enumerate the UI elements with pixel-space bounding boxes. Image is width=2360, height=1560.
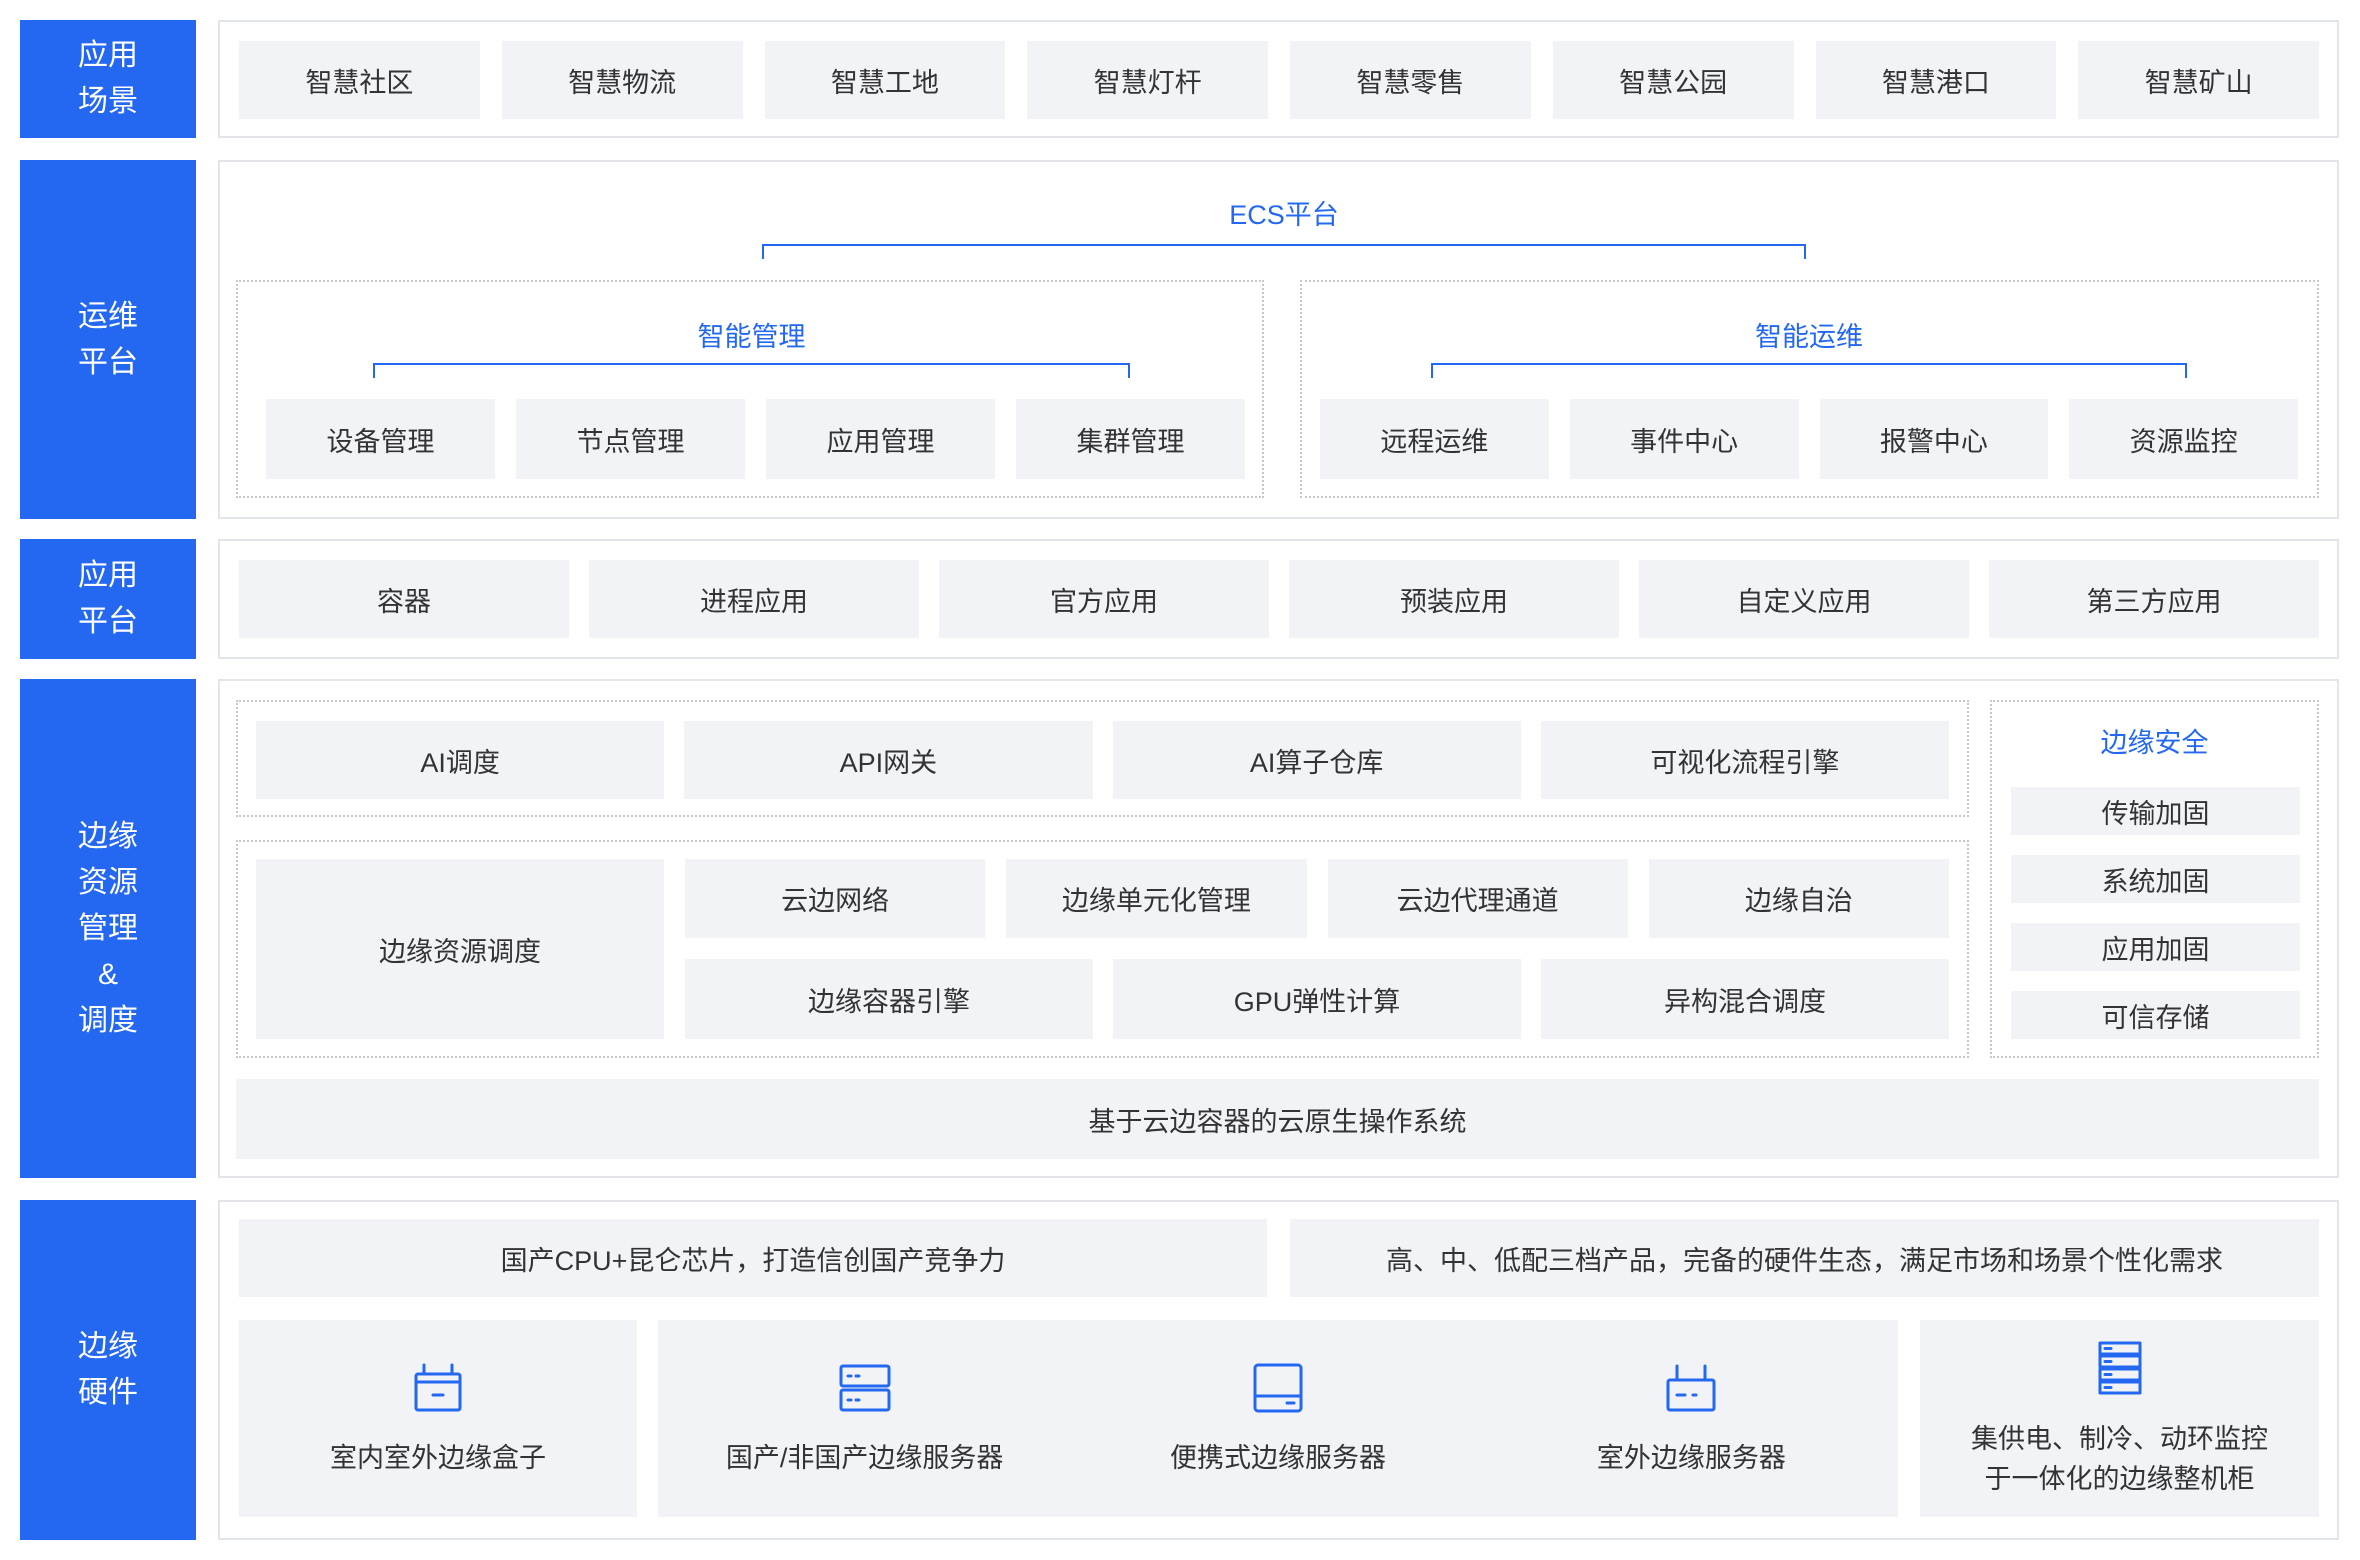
portable-server-icon [1253, 1363, 1303, 1413]
management-item: 节点管理 [516, 399, 745, 479]
scene-item: 智慧物流 [501, 41, 743, 119]
scene-item: 智慧公园 [1552, 41, 1794, 119]
management-item: 集群管理 [1016, 399, 1245, 479]
outdoor-server-icon [1666, 1364, 1716, 1412]
network-item: 边缘单元化管理 [1006, 859, 1307, 938]
network-item: 云边网络 [685, 859, 986, 938]
device-label: 集供电、制冷、动环监控 于一体化的边缘整机柜 [1971, 1424, 2268, 1494]
app-item: 预装应用 [1289, 560, 1619, 638]
management-item: 应用管理 [766, 399, 995, 479]
security-item: 应用加固 [2011, 923, 2300, 971]
device-portable-server: 便携式边缘服务器 [1071, 1320, 1484, 1517]
scene-item: 智慧工地 [764, 41, 1006, 119]
security-list: 传输加固 系统加固 应用加固 可信存储 [2011, 787, 2300, 1039]
scene-item: 智慧社区 [239, 41, 480, 119]
device-label: 室内室外边缘盒子 [330, 1443, 546, 1473]
maintenance-item: 资源监控 [2069, 399, 2298, 479]
layer-label-edge: 边缘 资源 管理 & 调度 [20, 679, 196, 1178]
compute-item: GPU弹性计算 [1113, 959, 1521, 1039]
maintenance-list: 远程运维 事件中心 报警中心 资源监控 [1320, 399, 2298, 479]
management-list: 设备管理 节点管理 应用管理 集群管理 [266, 399, 1245, 479]
layer-label-apps: 应用 平台 [20, 539, 196, 659]
scene-item: 智慧零售 [1290, 41, 1531, 119]
security-title: 边缘安全 [2100, 728, 2209, 758]
maintenance-item: 事件中心 [1569, 399, 1799, 479]
app-item: 第三方应用 [1989, 560, 2319, 638]
app-item: 容器 [239, 560, 569, 638]
device-label: 室外边缘服务器 [1596, 1443, 1786, 1473]
network-item: 边缘自治 [1648, 859, 1949, 938]
app-item: 官方应用 [939, 560, 1269, 638]
device-rack-cabinet: 集供电、制冷、动环监控 于一体化的边缘整机柜 [1920, 1320, 2319, 1517]
hardware-feature: 高、中、低配三档产品，完备的硬件生态，满足市场和场景个性化需求 [1290, 1219, 2319, 1297]
app-item: 进程应用 [589, 560, 919, 638]
capability-item: 可视化流程引擎 [1540, 721, 1949, 799]
layer-label-ops: 运维 平台 [20, 160, 196, 519]
management-bracket [373, 363, 1130, 378]
app-list: 容器 进程应用 官方应用 预装应用 自定义应用 第三方应用 [239, 560, 2319, 638]
device-edge-box: 室内室外边缘盒子 [239, 1320, 637, 1517]
edge-box-icon [414, 1363, 462, 1412]
management-title: 智能管理 [697, 322, 806, 352]
maintenance-item: 报警中心 [1819, 399, 2049, 479]
platform-title: ECS平台 [1229, 200, 1339, 230]
security-item: 传输加固 [2011, 787, 2300, 835]
device-outdoor-server: 室外边缘服务器 [1485, 1320, 1898, 1517]
compute-item: 边缘容器引擎 [685, 959, 1093, 1039]
maintenance-item: 远程运维 [1320, 399, 1549, 479]
scene-list: 智慧社区 智慧物流 智慧工地 智慧灯杆 智慧零售 智慧公园 智慧港口 智慧矿山 [239, 41, 2319, 119]
scene-item: 智慧港口 [1815, 41, 2057, 119]
layer-label-scenes: 应用 场景 [20, 20, 196, 138]
device-label: 国产/非国产边缘服务器 [725, 1443, 1004, 1473]
scene-item: 智慧灯杆 [1027, 41, 1268, 119]
platform-bracket [762, 244, 1806, 259]
cloud-native-os-bar: 基于云边容器的云原生操作系统 [236, 1079, 2319, 1159]
layer-label-hardware: 边缘 硬件 [20, 1200, 196, 1540]
security-item: 系统加固 [2011, 855, 2300, 903]
capability-item: API网关 [684, 721, 1093, 799]
rack-cabinet-icon [2098, 1341, 2141, 1395]
compute-item: 异构混合调度 [1541, 959, 1949, 1039]
device-server: 国产/非国产边缘服务器 [658, 1320, 1071, 1517]
maintenance-title: 智能运维 [1755, 322, 1863, 352]
capability-item: AI算子仓库 [1112, 721, 1521, 799]
hardware-feature: 国产CPU+昆仑芯片，打造信创国产竞争力 [239, 1219, 1267, 1297]
server-device-group: 国产/非国产边缘服务器 便携式边缘服务器 室外边缘服务器 [658, 1320, 1898, 1517]
app-item: 自定义应用 [1639, 560, 1969, 638]
capabilities-list: AI调度 API网关 AI算子仓库 可视化流程引擎 [256, 721, 1949, 799]
management-item: 设备管理 [266, 399, 495, 479]
security-item: 可信存储 [2011, 991, 2300, 1039]
device-label: 便携式边缘服务器 [1169, 1443, 1386, 1473]
compute-row: 边缘容器引擎 GPU弹性计算 异构混合调度 [685, 959, 1949, 1039]
scene-item: 智慧矿山 [2078, 41, 2319, 119]
resource-scheduling-box: 边缘资源调度 [256, 859, 664, 1039]
maintenance-bracket [1431, 363, 2187, 378]
capability-item: AI调度 [256, 721, 665, 799]
network-item: 云边代理通道 [1327, 859, 1628, 938]
server-icon [839, 1364, 891, 1412]
network-row: 云边网络 边缘单元化管理 云边代理通道 边缘自治 [685, 859, 1949, 938]
